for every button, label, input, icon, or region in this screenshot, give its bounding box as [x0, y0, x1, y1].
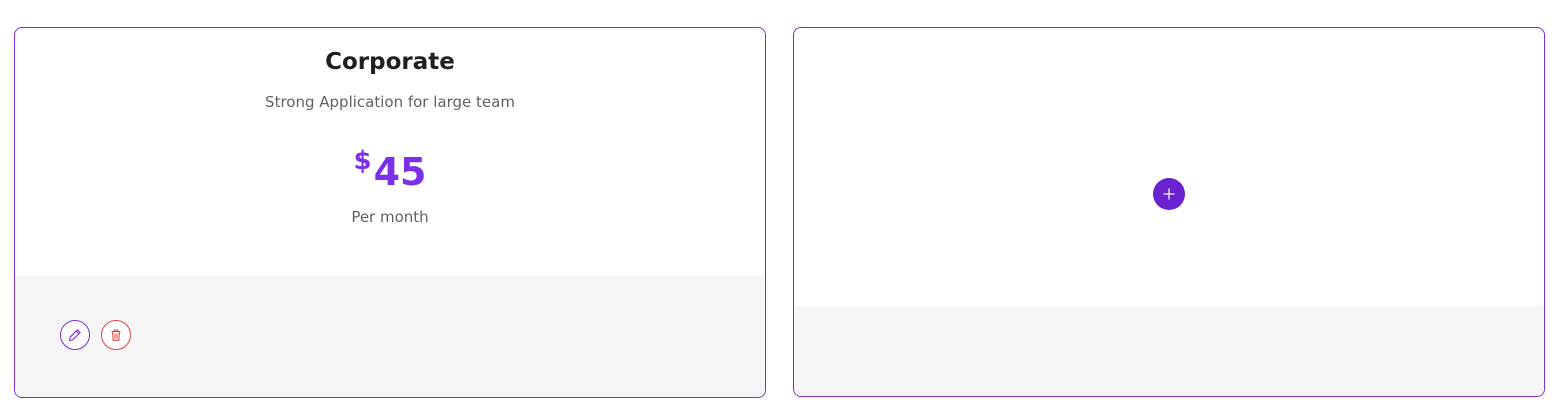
add-card-footer: [794, 306, 1544, 396]
plan-card-footer: [15, 275, 765, 397]
add-card-body: [794, 28, 1544, 306]
plus-icon: [1163, 188, 1175, 200]
edit-plan-button[interactable]: [60, 320, 90, 350]
plan-period: Per month: [351, 208, 429, 226]
plan-card-body: Corporate Strong Application for large t…: [15, 28, 765, 275]
plan-price: $45: [15, 144, 765, 200]
pricing-plan-card: Corporate Strong Application for large t…: [14, 27, 766, 398]
add-plan-button[interactable]: [1153, 178, 1185, 210]
plan-title: Corporate: [325, 49, 455, 75]
pencil-icon: [69, 329, 81, 341]
price-amount: 45: [373, 150, 427, 194]
add-plan-card: [793, 27, 1545, 397]
plan-subtitle: Strong Application for large team: [265, 93, 515, 111]
delete-plan-button[interactable]: [101, 320, 131, 350]
trash-icon: [111, 329, 121, 341]
price-currency: $: [353, 146, 372, 176]
